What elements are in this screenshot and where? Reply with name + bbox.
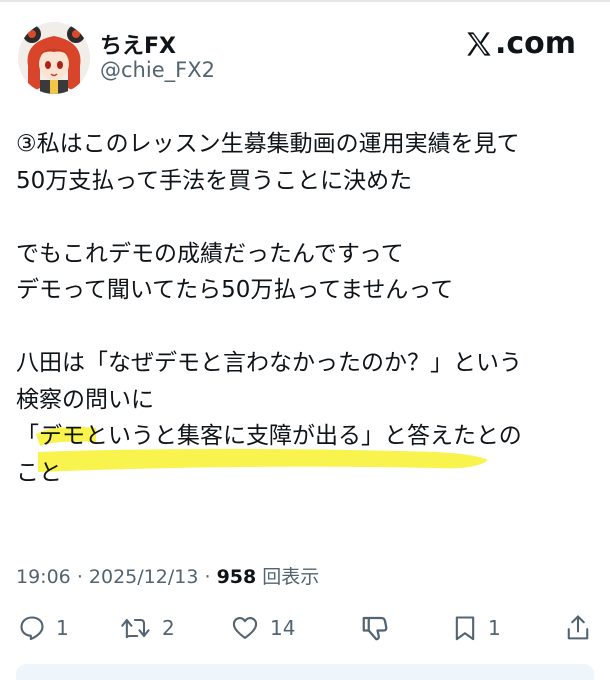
post-line: 八田は「なぜデモと言わなかったのか？」という [16, 350, 522, 376]
action-bar: 1 2 14 1 [0, 608, 610, 648]
brand-label: .com [494, 26, 576, 61]
post-line: 検察の問いに [16, 386, 154, 413]
repost-icon [121, 618, 150, 639]
post-date[interactable]: 2025/12/13 [89, 566, 199, 588]
bookmark-button[interactable]: 1 [452, 608, 501, 648]
avatar-illustration [18, 22, 90, 94]
post-time[interactable]: 19:06 [16, 566, 71, 588]
post-line: 「デモというと集客に支障が出る」と答えたとの [16, 423, 522, 449]
heart-icon [232, 617, 258, 639]
x-logo-icon [467, 31, 491, 56]
share-button[interactable] [564, 608, 592, 648]
bookmark-icon [455, 616, 475, 641]
repost-button[interactable]: 2 [120, 608, 175, 648]
meta-separator: · [76, 566, 83, 588]
reply-icon [20, 616, 44, 641]
avatar[interactable] [18, 22, 90, 94]
post-line: 50万支払って手法を買うことに決めた [16, 167, 413, 194]
post-line: でもこれデモの成績だったんですって [16, 240, 404, 267]
post-metadata: 19:06 · 2025/12/13 · 958 回表示 [16, 562, 319, 589]
view-count: 958 [216, 566, 257, 588]
post-line: こと [16, 459, 62, 486]
author-handle[interactable]: @chie_FX2 [100, 58, 215, 82]
post-body: ③私はこのレッスン生募集動画の運用実績を見て 50万支払って手法を買うことに決め… [16, 126, 596, 491]
next-post-edge [16, 664, 594, 680]
like-count: 14 [270, 616, 296, 640]
share-icon [567, 615, 589, 640]
top-divider [0, 0, 610, 2]
post-line: ③私はこのレッスン生募集動画の運用実績を見て [16, 131, 520, 157]
reply-count: 1 [56, 616, 69, 640]
meta-separator: · [204, 566, 211, 588]
thumbs-down-icon [362, 616, 388, 641]
reply-button[interactable]: 1 [18, 608, 69, 648]
repost-count: 2 [162, 616, 175, 640]
author-display-name[interactable]: ちえFX [100, 28, 176, 60]
dislike-button[interactable] [360, 608, 390, 648]
brand-watermark: .com [465, 26, 576, 61]
like-button[interactable]: 14 [230, 608, 295, 648]
bookmark-count: 1 [488, 616, 501, 640]
post-line: デモって聞いてたら50万払ってませんって [16, 277, 454, 303]
view-count-label: 回表示 [262, 566, 320, 588]
